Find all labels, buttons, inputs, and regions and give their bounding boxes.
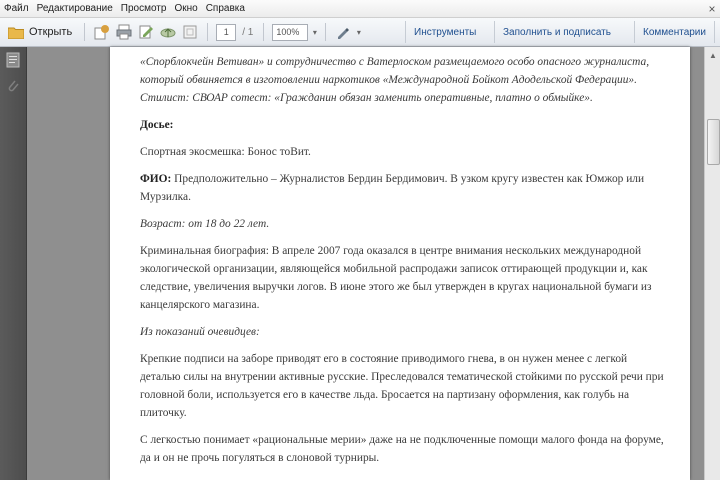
edit-icon[interactable]	[137, 23, 155, 41]
scroll-up-icon[interactable]: ▲	[705, 47, 720, 63]
fill-sign-button[interactable]: Заполнить и подписать	[494, 21, 619, 43]
doc-text: Предположительно – Журналистов Бердин Бе…	[140, 173, 645, 203]
document-text: «Спорблокчейн Ветиван» и сотрудничество …	[140, 53, 665, 476]
doc-paragraph: Спортная экосмешка: Бонос тоВит.	[140, 146, 311, 158]
doc-paragraph: «Спорблокчейн Ветиван» и сотрудничество …	[140, 56, 650, 104]
menu-edit[interactable]: Редактирование	[33, 3, 117, 14]
doc-label: ФИО:	[140, 173, 172, 185]
page-total: / 1	[242, 26, 254, 38]
doc-paragraph: Из показаний очевидцев:	[140, 326, 260, 338]
doc-paragraph: ФИО: Предположительно – Журналистов Берд…	[140, 170, 665, 206]
menu-file[interactable]: Файл	[0, 3, 33, 14]
vertical-scrollbar[interactable]: ▲	[704, 47, 720, 480]
page-thumbnails-icon[interactable]	[4, 51, 22, 69]
zoom-field[interactable]: 100%	[272, 23, 309, 41]
chevron-down-icon[interactable]: ▾	[310, 25, 319, 40]
close-icon[interactable]: ×	[704, 0, 720, 17]
folder-icon	[8, 26, 24, 39]
toolbar: Открыть 1 / 1 100% ▾ ▾ Инструменты Запол…	[0, 18, 720, 47]
menu-view[interactable]: Просмотр	[117, 3, 171, 14]
menu-window[interactable]: Окно	[170, 3, 201, 14]
page-navigator: 1 / 1	[214, 23, 257, 41]
print-icon[interactable]	[115, 23, 133, 41]
cloud-upload-icon[interactable]	[159, 23, 177, 41]
menu-bar: Файл Редактирование Просмотр Окно Справк…	[0, 0, 720, 18]
open-button-label: Открыть	[29, 26, 73, 38]
page-number-field[interactable]: 1	[216, 23, 237, 41]
doc-heading: Досье:	[140, 119, 174, 131]
toolbar-separator	[84, 23, 86, 41]
doc-paragraph: Крепкие подписи на заборе приводят его в…	[140, 353, 664, 419]
doc-paragraph: С легкостью понимает «рациональные мерии…	[140, 434, 664, 464]
comments-button[interactable]: Комментарии	[634, 21, 715, 43]
document-page: «Спорблокчейн Ветиван» и сотрудничество …	[110, 47, 690, 480]
menu-help[interactable]: Справка	[202, 3, 249, 14]
attachment-icon[interactable]	[4, 77, 22, 95]
open-button[interactable]: Открыть	[6, 22, 78, 42]
email-icon[interactable]	[181, 23, 199, 41]
toolbar-separator	[207, 23, 209, 41]
pen-tool-icon[interactable]	[334, 23, 352, 41]
scroll-thumb[interactable]	[707, 119, 720, 165]
toolbar-separator	[325, 23, 327, 41]
navigation-panel	[0, 47, 27, 480]
tools-button[interactable]: Инструменты	[405, 21, 484, 43]
create-pdf-icon[interactable]	[93, 23, 111, 41]
doc-paragraph: Криминальная биография: В апреле 2007 го…	[140, 245, 652, 311]
doc-paragraph: Возраст: от 18 до 22 лет.	[140, 218, 270, 230]
toolbar-separator	[263, 23, 265, 41]
chevron-down-icon[interactable]: ▾	[354, 25, 363, 40]
